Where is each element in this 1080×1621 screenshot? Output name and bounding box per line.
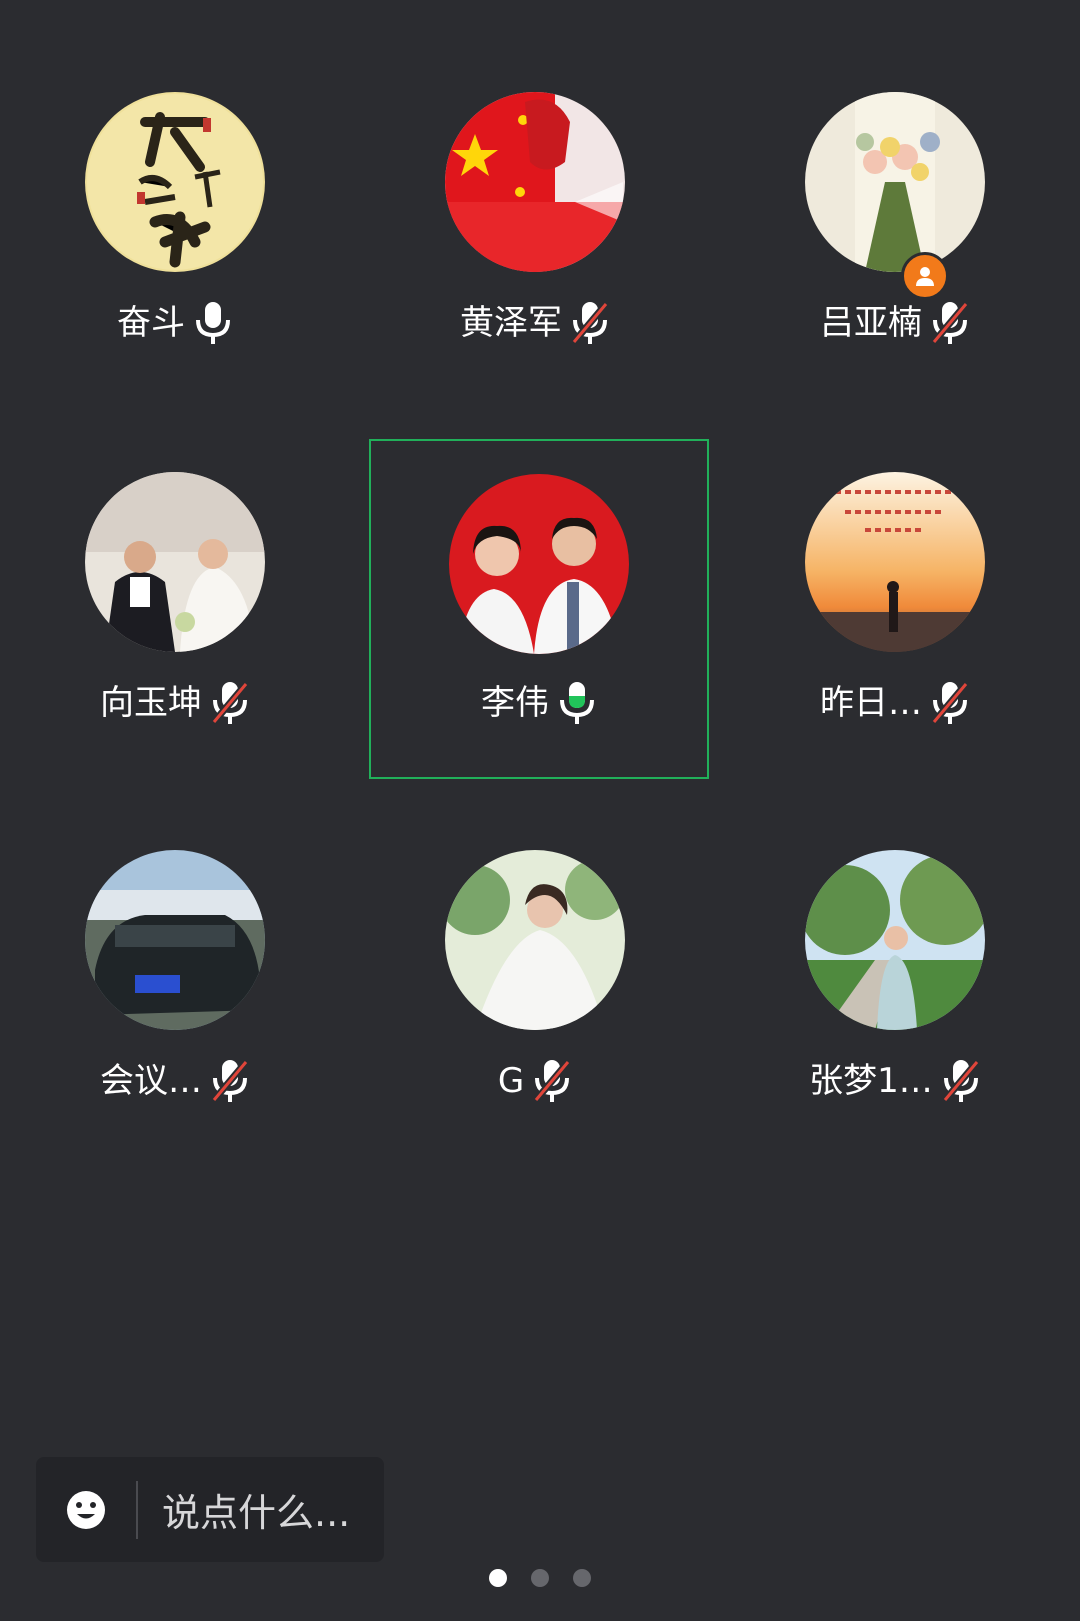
mic-muted-icon: [931, 681, 969, 725]
participant-tile-active[interactable]: 李伟: [369, 439, 709, 779]
avatar: [85, 92, 265, 272]
chat-composer[interactable]: 说点什么...: [36, 1457, 384, 1562]
participant-name: 吕亚楠: [820, 303, 922, 343]
avatar: [85, 850, 265, 1030]
message-input-placeholder[interactable]: 说点什么...: [162, 1482, 350, 1537]
participant-tile[interactable]: 昨日…: [725, 440, 1065, 780]
mic-muted-icon: [533, 1059, 571, 1103]
participant-tile[interactable]: 奋斗: [5, 60, 345, 400]
participant-tile[interactable]: 吕亚楠: [725, 60, 1065, 400]
mic-muted-icon: [211, 1059, 249, 1103]
mic-muted-icon: [211, 681, 249, 725]
page-dot-active[interactable]: [489, 1569, 507, 1587]
page-indicator: [0, 1569, 1080, 1587]
host-badge: [901, 252, 949, 300]
user-icon: [916, 267, 934, 286]
participant-tile[interactable]: 黄泽军: [365, 60, 705, 400]
participant-name: G: [497, 1061, 525, 1101]
participant-name: 李伟: [481, 683, 549, 723]
page-dot[interactable]: [531, 1569, 549, 1587]
participant-name: 向玉坤: [100, 683, 202, 723]
avatar: [805, 472, 985, 652]
participant-tile[interactable]: G: [365, 818, 705, 1158]
participant-grid: 奋斗 黄泽军 吕亚楠 向玉坤 李伟 昨日… 会议… G 张梦1…: [0, 0, 1080, 1150]
avatar: [445, 850, 625, 1030]
participant-name: 会议…: [100, 1061, 202, 1101]
mic-muted-icon: [931, 301, 969, 345]
avatar: [805, 92, 985, 272]
divider: [136, 1480, 138, 1539]
smiley-icon: [67, 1490, 105, 1529]
emoji-button[interactable]: [36, 1457, 136, 1562]
mic-speaking-icon: [560, 682, 594, 724]
avatar: [449, 474, 629, 654]
participant-tile[interactable]: 向玉坤: [5, 440, 345, 780]
participant-name: 张梦1…: [809, 1061, 933, 1101]
mic-muted-icon: [942, 1059, 980, 1103]
participant-tile[interactable]: 张梦1…: [725, 818, 1065, 1158]
avatar: [805, 850, 985, 1030]
participant-name: 黄泽军: [460, 303, 562, 343]
mic-muted-icon: [571, 301, 609, 345]
avatar: [85, 472, 265, 652]
microphone-icon: [196, 302, 230, 344]
participant-name: 昨日…: [820, 683, 922, 723]
participant-name: 奋斗: [117, 303, 185, 343]
participant-tile[interactable]: 会议…: [5, 818, 345, 1158]
page-dot[interactable]: [573, 1569, 591, 1587]
avatar: [445, 92, 625, 272]
